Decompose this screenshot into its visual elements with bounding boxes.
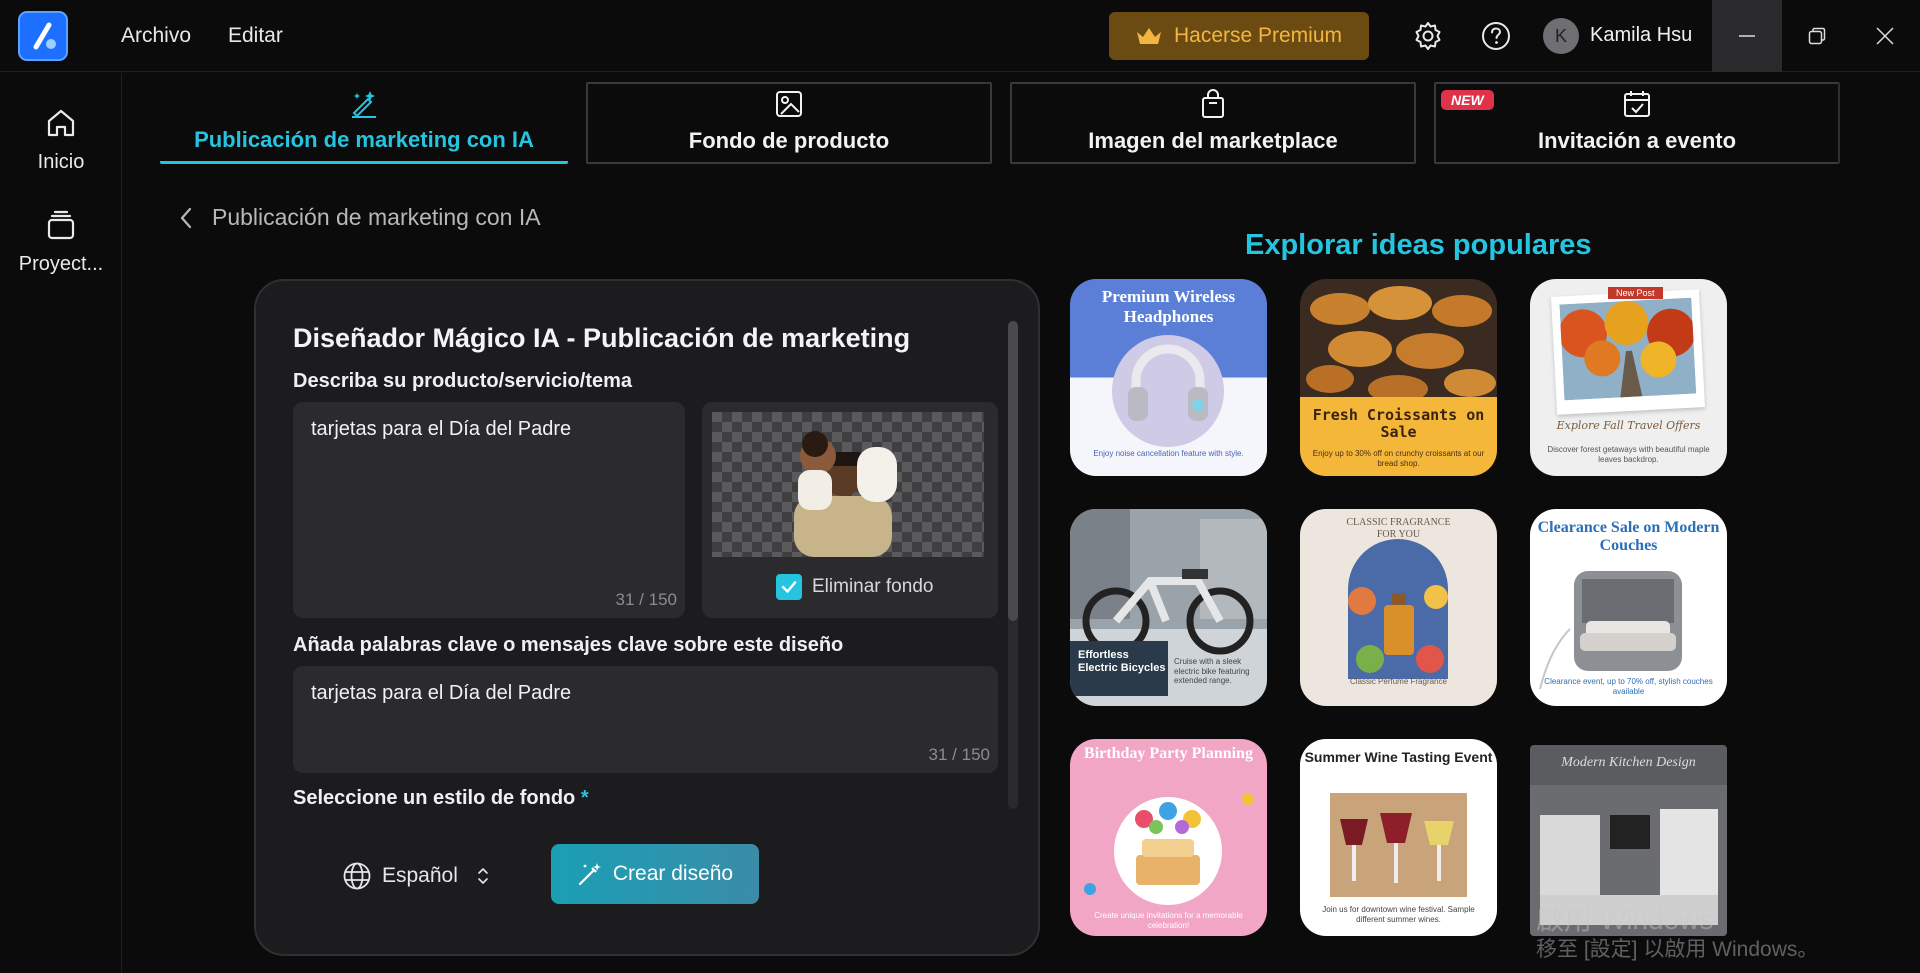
required-mark: *: [580, 787, 589, 809]
app-logo: [18, 11, 68, 61]
card-title: Fresh Croissants on Sale: [1312, 406, 1485, 442]
create-design-label: Crear diseño: [612, 862, 734, 885]
restore-button[interactable]: [1782, 0, 1852, 72]
sidebar-item-projects[interactable]: Proyect...: [0, 207, 122, 276]
user-name[interactable]: Kamila Hsu: [1590, 24, 1692, 47]
new-badge: NEW: [1441, 90, 1494, 110]
remove-background-checkbox[interactable]: [776, 574, 802, 600]
language-value: Español: [382, 864, 458, 887]
keywords-value: tarjetas para el Día del Padre: [311, 682, 572, 704]
idea-card-croissants[interactable]: Fresh Croissants on Sale Enjoy up to 30%…: [1300, 279, 1497, 476]
card-subtitle: Join us for downtown wine festival. Samp…: [1322, 905, 1475, 924]
sidebar: Inicio Proyect...: [0, 73, 122, 973]
keywords-textarea[interactable]: tarjetas para el Día del Padre 31 / 150: [293, 666, 998, 773]
card-subtitle: Clearance event, up to 70% off, stylish …: [1544, 677, 1713, 696]
card-title: Effortless Electric Bicycles: [1078, 649, 1166, 674]
card-script-title: Explore Fall Travel Offers: [1556, 419, 1701, 432]
premium-button[interactable]: Hacerse Premium: [1109, 12, 1369, 60]
idea-card-headphones[interactable]: Premium Wireless Headphones Enjoy noise …: [1070, 279, 1267, 476]
updown-chevron-icon: [478, 868, 488, 884]
settings-gear-icon[interactable]: [1410, 18, 1446, 54]
close-icon: [1876, 27, 1894, 45]
breadcrumb-label: Publicación de marketing con IA: [212, 204, 541, 230]
keywords-label: Añada palabras clave o mensajes clave so…: [293, 634, 844, 656]
restore-icon: [1808, 27, 1826, 45]
panel-scrollbar-thumb[interactable]: [1008, 321, 1018, 621]
describe-value: tarjetas para el Día del Padre: [311, 418, 572, 440]
idea-card-wine[interactable]: Summer Wine Tasting Event Join us for do…: [1300, 739, 1497, 936]
crown-icon: [1136, 28, 1161, 44]
idea-card-birthday[interactable]: Birthday Party Planning Create unique in…: [1070, 739, 1267, 936]
language-select[interactable]: Español: [342, 861, 490, 891]
premium-label: Hacerse Premium: [1173, 24, 1343, 47]
describe-label: Describa su producto/servicio/tema: [293, 370, 633, 392]
background-style-text: Seleccione un estilo de fondo: [293, 787, 576, 809]
windows-activation-watermark: 啟用 Windows: [1536, 904, 1714, 935]
card-subtitle: Enjoy up to 30% off on crunchy croissant…: [1312, 449, 1485, 468]
magic-pen-icon: [352, 91, 376, 118]
sidebar-item-label: Inicio: [37, 151, 85, 173]
autumn-forest-illustration: [1559, 297, 1697, 401]
tab-label: Invitación a evento: [1537, 128, 1737, 153]
menu-file[interactable]: Archivo: [121, 24, 191, 48]
product-photo: [794, 431, 897, 557]
idea-card-fall-travel[interactable]: New Post Explore Fall Travel Offers Disc…: [1530, 279, 1727, 476]
create-design-button[interactable]: Crear diseño: [551, 844, 759, 904]
shopping-bag-icon: [1202, 89, 1224, 118]
card-subtitle: Cruise with a sleek electric bike featur…: [1174, 657, 1250, 686]
close-button[interactable]: [1850, 0, 1920, 72]
tab-label: Publicación de marketing con IA: [194, 127, 534, 152]
tabs-scroll-fade: [1838, 82, 1862, 164]
birthday-cake-illustration: [1084, 793, 1254, 905]
tab-marketplace-image[interactable]: Imagen del marketplace: [1010, 82, 1416, 164]
idea-card-ebike[interactable]: Effortless Electric Bicycles Cruise with…: [1070, 509, 1267, 706]
card-subtitle: Classic Perfume Fragrance: [1350, 677, 1447, 686]
idea-card-couches[interactable]: Clearance Sale on Modern Couches Clearan…: [1530, 509, 1727, 706]
tab-label: Fondo de producto: [688, 128, 890, 153]
windows-activation-hint: 移至 [設定] 以啟用 Windows。: [1536, 938, 1819, 961]
idea-card-perfume[interactable]: CLASSIC FRAGRANCE FOR YOU Classic Perfum…: [1300, 509, 1497, 706]
photo-frame: [1551, 289, 1705, 415]
calendar-check-icon: [1624, 91, 1650, 117]
check-icon: [781, 581, 797, 593]
home-icon: [47, 109, 75, 137]
back-chevron-icon[interactable]: [178, 206, 194, 230]
designer-panel: Diseñador Mágico IA - Publicación de mar…: [254, 279, 1040, 956]
card-subtitle: Discover forest getaways with beautiful …: [1547, 445, 1710, 464]
keywords-counter: 31 / 150: [928, 745, 990, 764]
globe-icon: [343, 862, 371, 890]
tab-event-invitation[interactable]: NEW Invitación a evento: [1434, 82, 1840, 164]
remove-background-label[interactable]: Eliminar fondo: [812, 576, 933, 598]
describe-counter: 31 / 150: [615, 590, 677, 609]
card-subtitle: Create unique invitations for a memorabl…: [1094, 911, 1243, 930]
menu-edit[interactable]: Editar: [228, 24, 283, 48]
new-post-tag: New Post: [1608, 287, 1663, 299]
panel-title: Diseñador Mágico IA - Publicación de mar…: [293, 323, 911, 353]
headphones-illustration: [1112, 335, 1224, 447]
image-edit-icon: [776, 91, 802, 117]
magic-wand-icon: [578, 863, 601, 886]
minimize-button[interactable]: [1712, 0, 1782, 72]
background-style-label: Seleccione un estilo de fondo *: [293, 787, 793, 809]
tab-ai-marketing-post[interactable]: Publicación de marketing con IA: [160, 82, 568, 164]
sidebar-item-home[interactable]: Inicio: [0, 105, 122, 174]
user-avatar[interactable]: K: [1543, 18, 1579, 54]
title-bar: Archivo Editar Hacerse Premium K Kamila …: [0, 0, 1920, 72]
describe-textarea[interactable]: tarjetas para el Día del Padre 31 / 150: [293, 402, 685, 618]
card-subtitle: Enjoy noise cancellation feature with st…: [1093, 449, 1244, 458]
transparent-preview: [712, 412, 984, 557]
product-image-box[interactable]: Eliminar fondo: [702, 402, 998, 618]
layers-icon: [47, 210, 75, 240]
help-icon[interactable]: [1478, 18, 1514, 54]
tab-label: Imagen del marketplace: [1088, 128, 1338, 153]
ideas-title: Explorar ideas populares: [1245, 229, 1592, 261]
breadcrumb: Publicación de marketing con IA: [178, 204, 541, 231]
sidebar-item-label: Proyect...: [18, 253, 104, 275]
tab-product-background[interactable]: Fondo de producto: [586, 82, 992, 164]
minimize-icon: [1739, 35, 1755, 37]
